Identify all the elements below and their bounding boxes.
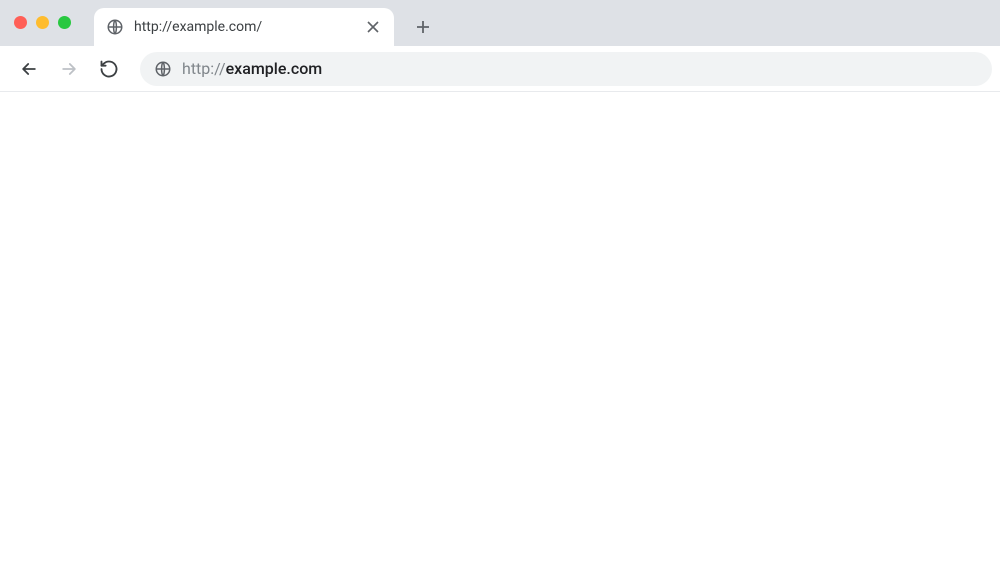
tab-strip: http://example.com/ xyxy=(0,0,1000,46)
window-controls xyxy=(14,16,71,29)
url-host: example.com xyxy=(226,59,323,78)
close-tab-button[interactable] xyxy=(364,18,382,36)
browser-tab[interactable]: http://example.com/ xyxy=(94,8,394,46)
back-button[interactable] xyxy=(12,52,46,86)
tab-title: http://example.com/ xyxy=(134,19,354,35)
window-close-button[interactable] xyxy=(14,16,27,29)
url-scheme: http:// xyxy=(182,59,226,78)
forward-button[interactable] xyxy=(52,52,86,86)
page-content xyxy=(0,92,1000,573)
reload-button[interactable] xyxy=(92,52,126,86)
window-minimize-button[interactable] xyxy=(36,16,49,29)
window-maximize-button[interactable] xyxy=(58,16,71,29)
toolbar: http://example.com xyxy=(0,46,1000,92)
address-bar[interactable]: http://example.com xyxy=(140,52,992,86)
site-info-globe-icon[interactable] xyxy=(154,60,172,78)
address-text: http://example.com xyxy=(182,59,322,78)
new-tab-button[interactable] xyxy=(408,12,438,42)
globe-icon xyxy=(106,18,124,36)
